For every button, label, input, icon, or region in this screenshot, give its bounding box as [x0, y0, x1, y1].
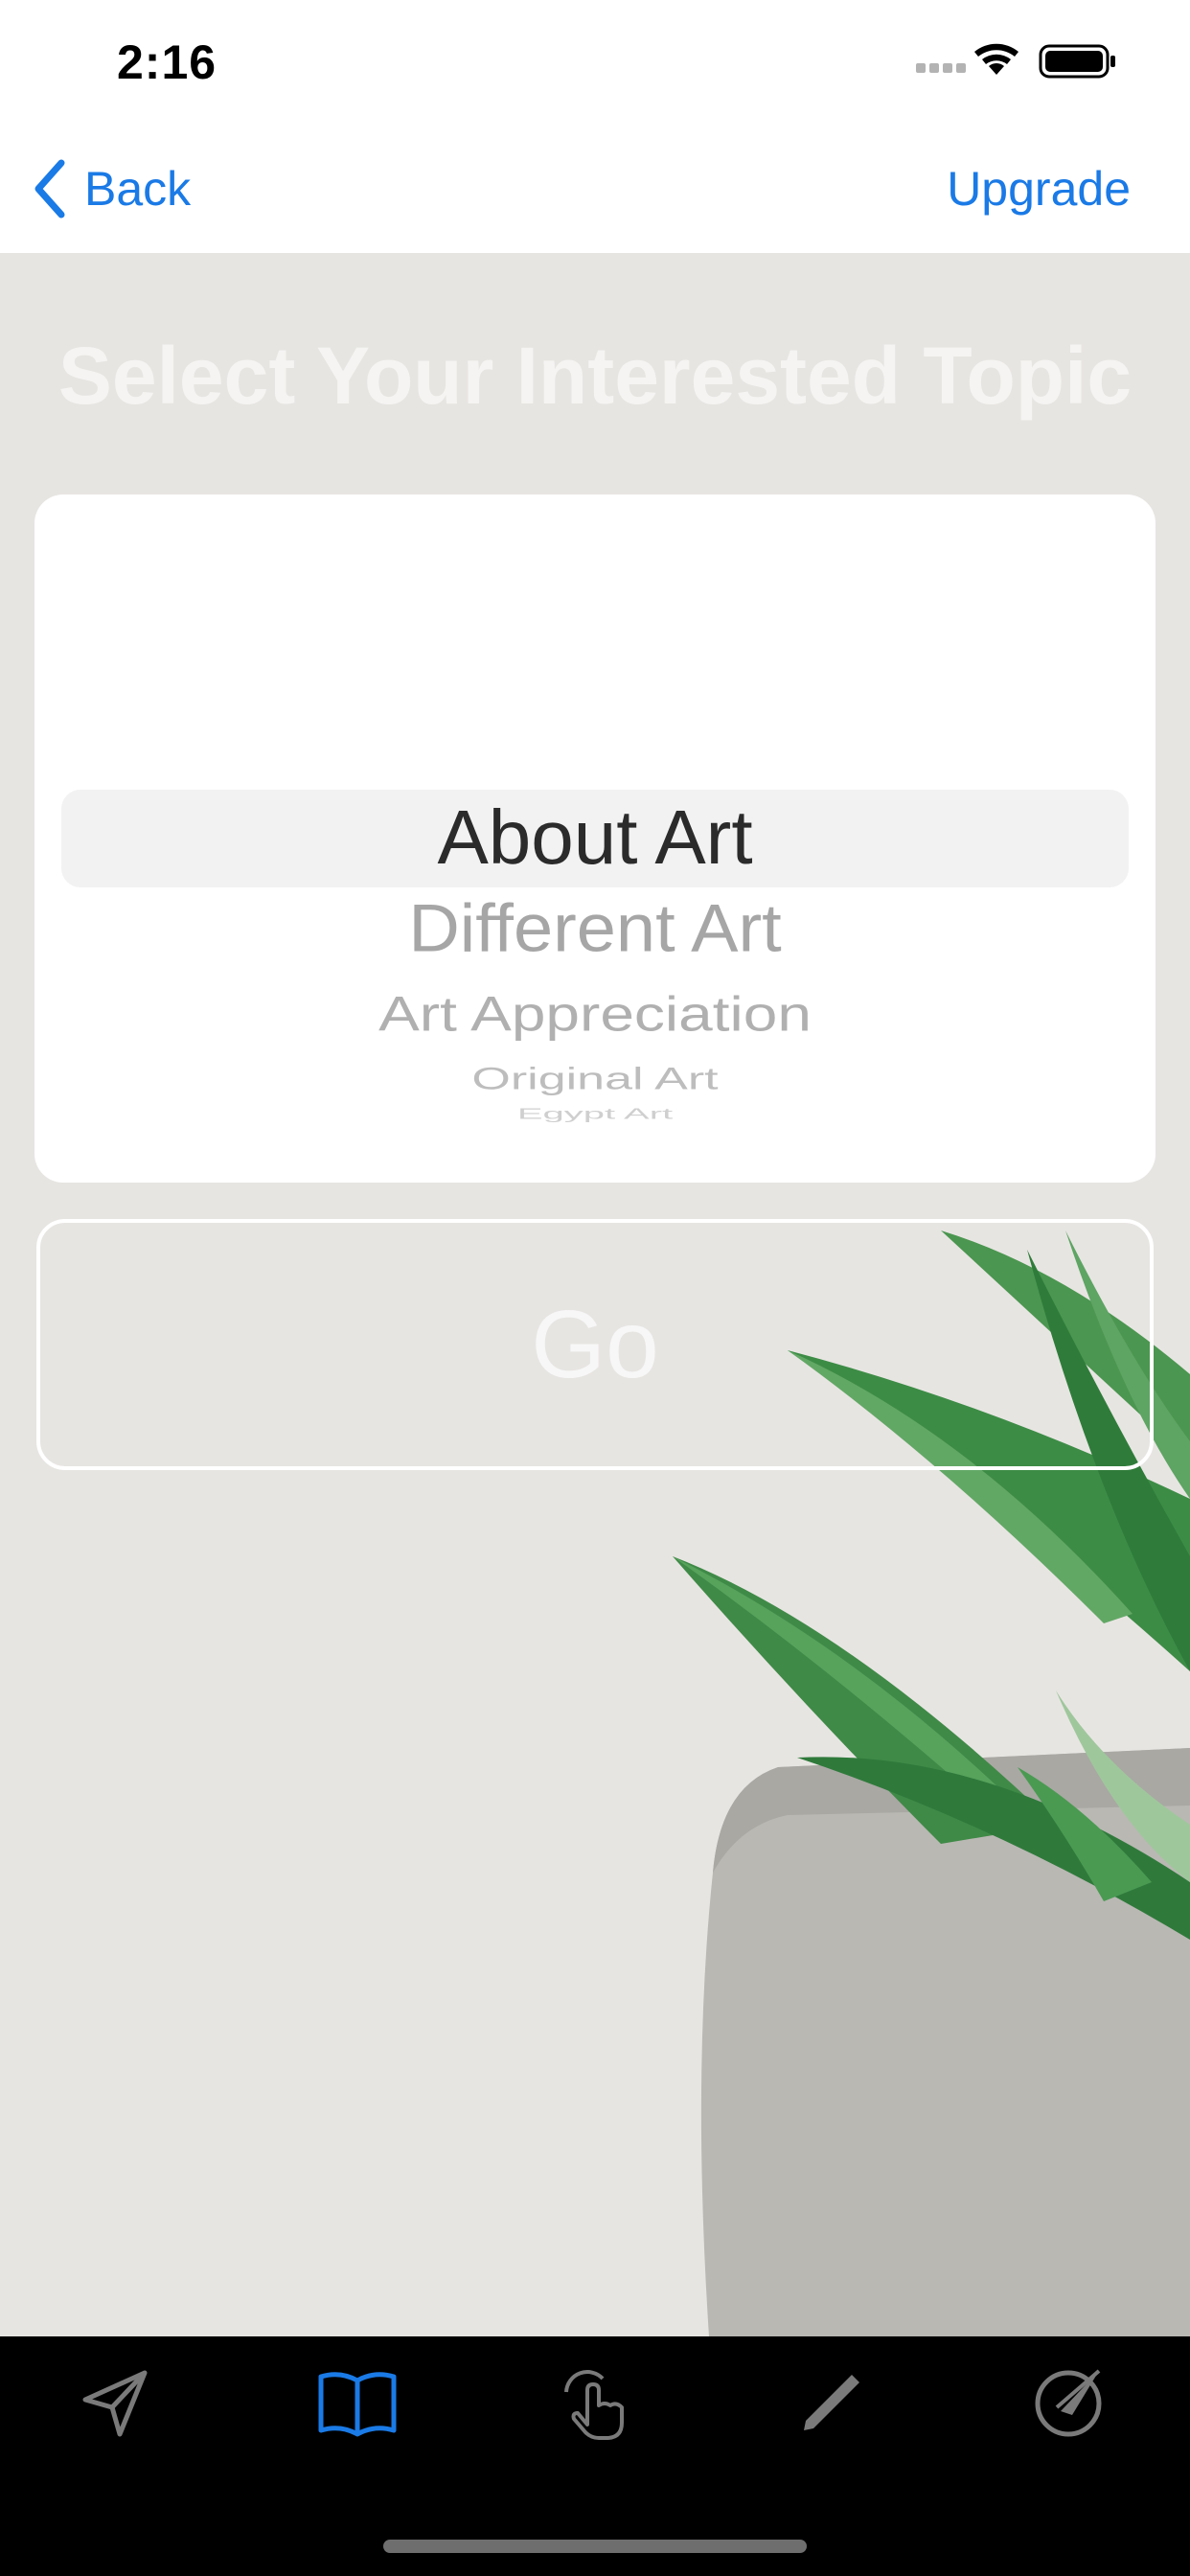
battery-icon	[1039, 44, 1115, 79]
go-button-label: Go	[531, 1290, 659, 1398]
cellular-signal-icon	[916, 63, 966, 73]
navigation-bar: Back Upgrade	[0, 126, 1190, 253]
send-icon	[82, 2370, 148, 2437]
back-button[interactable]: Back	[33, 155, 191, 222]
tab-write[interactable]	[778, 2356, 883, 2451]
picker-option[interactable]: Different Art	[34, 889, 1156, 967]
picker-option[interactable]: Art Appreciation	[34, 985, 1156, 1042]
chevron-left-icon	[34, 159, 65, 218]
go-button[interactable]: Go	[36, 1219, 1154, 1470]
page-title: Select Your Interested Topic	[57, 331, 1133, 421]
back-label: Back	[84, 162, 192, 216]
upgrade-button[interactable]: Upgrade	[947, 155, 1131, 222]
status-bar: 2:16	[0, 0, 1190, 126]
pencil-icon	[804, 2375, 859, 2430]
status-icons	[916, 42, 1136, 80]
home-indicator	[383, 2540, 807, 2553]
topic-picker[interactable]: About Art Different Art Art Appreciation…	[34, 494, 1156, 1183]
status-time: 2:16	[117, 35, 217, 89]
tab-send[interactable]	[63, 2356, 169, 2451]
safari-icon	[1035, 2369, 1102, 2437]
tab-interact[interactable]	[542, 2356, 648, 2451]
book-icon	[318, 2372, 397, 2437]
picker-option[interactable]: Egypt Art	[34, 1106, 1156, 1123]
picker-option-selected[interactable]: About Art	[34, 794, 1156, 882]
wifi-icon	[974, 43, 1018, 75]
picker-option[interactable]: Original Art	[34, 1061, 1156, 1096]
tab-explore[interactable]	[1016, 2356, 1121, 2451]
hand-tap-icon	[564, 2370, 624, 2440]
tab-book[interactable]	[305, 2356, 410, 2451]
main-content: Select Your Interested Topic About Art D…	[0, 253, 1190, 2336]
